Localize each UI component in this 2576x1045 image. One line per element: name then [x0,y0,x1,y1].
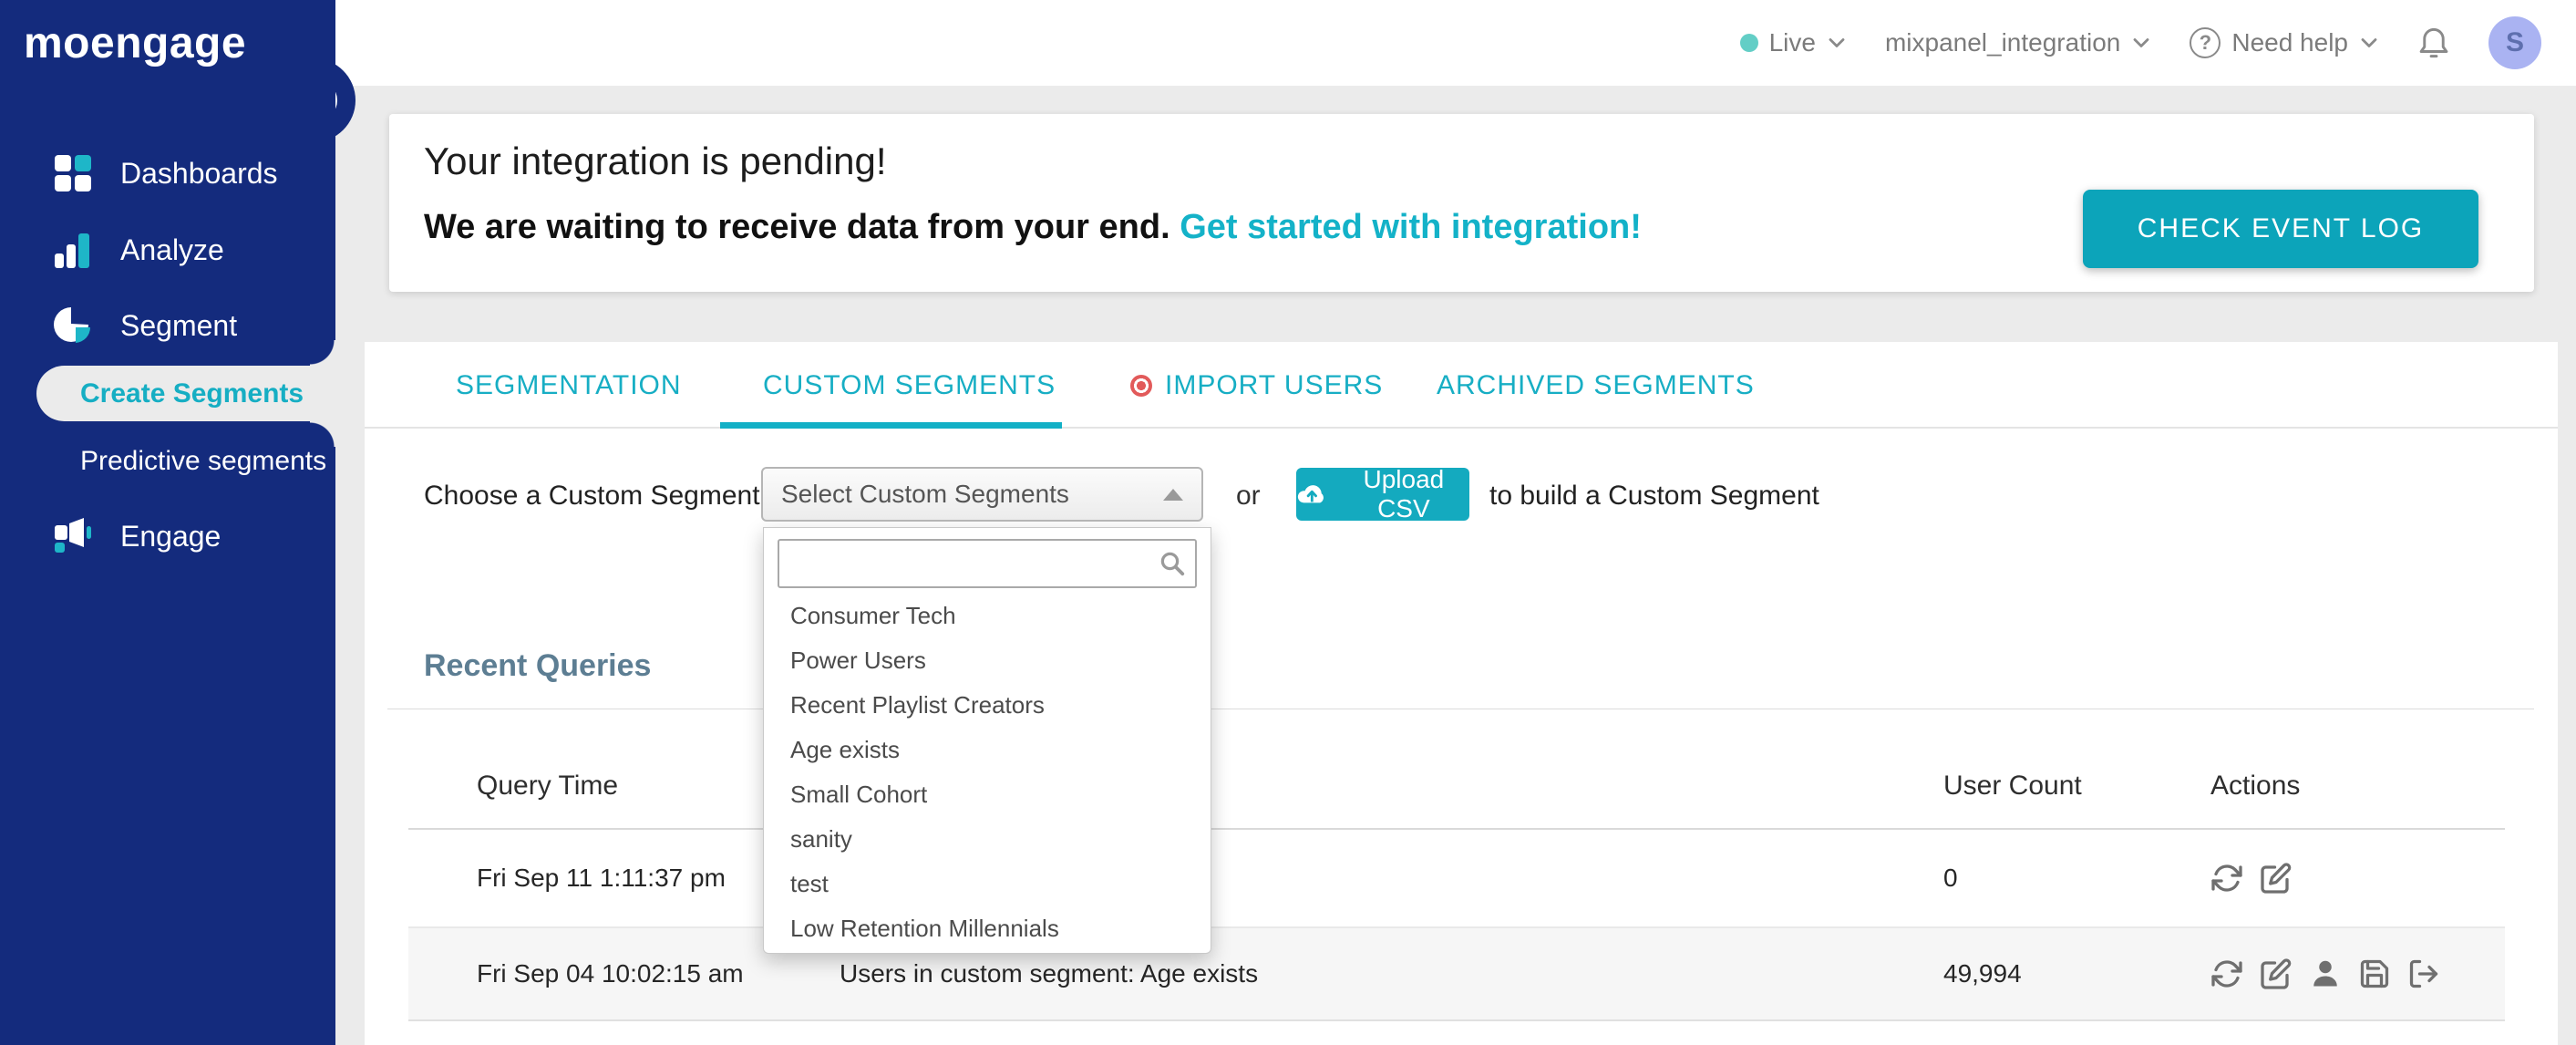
dropdown-option[interactable]: test [764,862,1211,906]
query-time-cell: Fri Sep 11 1:11:37 pm [477,864,726,892]
or-label: or [1236,481,1261,511]
moengage-logo: moengage [24,19,247,67]
notifications-bell-icon[interactable] [2417,26,2450,60]
column-user-count: User Count [1943,770,2082,801]
sidebar-item-label: Segment [120,308,238,342]
chevron-down-icon [1829,38,1845,47]
chevron-down-icon [2361,38,2377,47]
sidebar-curve-top [310,340,335,366]
tab-import-users[interactable]: IMPORT USERS [1130,342,1383,429]
banner-message-text: We are waiting to receive data from your… [424,208,1180,246]
tab-label: ARCHIVED SEGMENTS [1437,369,1755,400]
sidebar-item-label: Analyze [120,233,224,266]
engage-icon [55,518,91,553]
query-time-cell: Fri Sep 04 10:02:15 am [477,959,744,988]
get-started-link[interactable]: Get started with integration! [1180,208,1642,246]
upload-csv-label: Upload CSV [1363,465,1445,522]
user-count-cell: 49,994 [1943,959,2022,988]
rerun-query-icon[interactable] [2210,957,2243,990]
workspace-name: mixpanel_integration [1884,28,2121,57]
cloud-upload-icon [1297,485,1324,503]
table-row: Fri Sep 04 10:02:15 am Users in custom s… [408,928,2505,1021]
sidebar-item-label: Create Segments [80,378,304,409]
table-row: Fri Sep 11 1:11:37 pm 0 [408,830,2505,928]
actions-cell [2210,862,2293,895]
recent-queries-heading: Recent Queries [424,648,652,683]
live-label: Live [1768,28,1816,57]
build-segment-suffix-label: to build a Custom Segment [1489,481,1819,511]
dropdown-option[interactable]: sanity [764,817,1211,862]
user-count-cell: 0 [1943,864,1958,892]
sidebar-item-dashboards[interactable]: Dashboards [0,135,335,212]
top-bar: Live mixpanel_integration ? Need help S [335,0,2576,86]
export-icon[interactable] [2407,957,2440,990]
column-query-time: Query Time [477,770,619,801]
tab-segmentation[interactable]: SEGMENTATION [456,342,682,429]
save-segment-icon[interactable] [2358,957,2391,990]
tab-custom-segments[interactable]: CUSTOM SEGMENTS [763,342,1056,429]
import-users-dot-icon [1130,374,1152,397]
dropdown-search [778,539,1197,588]
analyze-icon [55,233,89,268]
integration-pending-banner: Your integration is pending! We are wait… [389,114,2534,292]
sidebar-item-label: Dashboards [120,156,278,190]
column-actions: Actions [2210,770,2301,801]
need-help-menu[interactable]: ? Need help [2190,27,2379,58]
segments-panel: SEGMENTATION CUSTOM SEGMENTS IMPORT USER… [365,342,2558,1045]
banner-title: Your integration is pending! [424,140,887,182]
help-icon: ? [2190,27,2221,58]
dropdown-option[interactable]: Small Cohort [764,772,1211,817]
rerun-query-icon[interactable] [2210,862,2243,895]
edit-query-icon[interactable] [2260,957,2293,990]
dropdown-option[interactable]: Low Retention Millennials [764,906,1211,951]
banner-message: We are waiting to receive data from your… [424,208,1642,247]
chevron-down-icon [2133,38,2149,47]
live-status-dot [1739,34,1758,52]
search-icon [1160,552,1185,576]
sidebar-item-analyze[interactable]: Analyze [0,212,335,288]
tab-label: IMPORT USERS [1165,369,1384,400]
sidebar-curve-bottom [310,421,335,447]
dropdown-option[interactable]: Age exists [764,728,1211,772]
search-input[interactable] [778,539,1197,588]
table-header-row: Query Time User Count Actions [408,743,2505,830]
view-users-icon[interactable] [2309,957,2342,990]
need-help-label: Need help [2231,28,2348,57]
triangle-up-icon [1163,488,1183,501]
workspace-switcher[interactable]: mixpanel_integration [1885,28,2151,57]
segment-icon [54,307,91,343]
sidebar-item-create-segments[interactable]: Create Segments [36,366,335,421]
dropdown-option[interactable]: Recent Playlist Creators [764,683,1211,728]
sidebar-item-label: Engage [120,519,222,553]
sidebar-item-segment[interactable]: Segment [0,287,335,364]
dropdown-option[interactable]: Power Users [764,638,1211,683]
choose-custom-segment-label: Choose a Custom Segment: [424,481,768,511]
tabs-bar: SEGMENTATION CUSTOM SEGMENTS IMPORT USER… [365,342,2558,429]
upload-csv-button[interactable]: Upload CSV [1296,465,1469,522]
avatar[interactable]: S [2488,16,2541,69]
check-event-log-button[interactable]: CHECK EVENT LOG [2083,190,2478,268]
tab-label: SEGMENTATION [456,369,682,400]
recent-queries-table: Query Time User Count Actions Fri Sep 11… [408,743,2505,1021]
active-tab-underline [720,422,1062,429]
sidebar-item-predictive-segments[interactable]: Predictive segments [44,436,335,487]
environment-switcher[interactable]: Live [1739,28,1847,57]
edit-query-icon[interactable] [2260,862,2293,895]
tab-archived-segments[interactable]: ARCHIVED SEGMENTS [1437,342,1755,429]
tab-label: CUSTOM SEGMENTS [763,369,1056,400]
sidebar-item-label: Predictive segments [80,446,327,476]
custom-segment-select[interactable]: Select Custom Segments [761,467,1203,522]
sidebar-item-engage[interactable]: Engage [0,498,335,574]
sidebar: moengage Dashboards Analyze Segment Enga… [0,0,335,1045]
dropdown-option[interactable]: Consumer Tech [764,594,1211,638]
actions-cell [2210,957,2440,990]
dashboards-icon [55,155,91,191]
custom-segments-dropdown: Consumer Tech Power Users Recent Playlis… [763,527,1211,954]
query-info-cell: Users in custom segment: Age exists [840,959,1259,988]
select-value: Select Custom Segments [781,480,1069,508]
